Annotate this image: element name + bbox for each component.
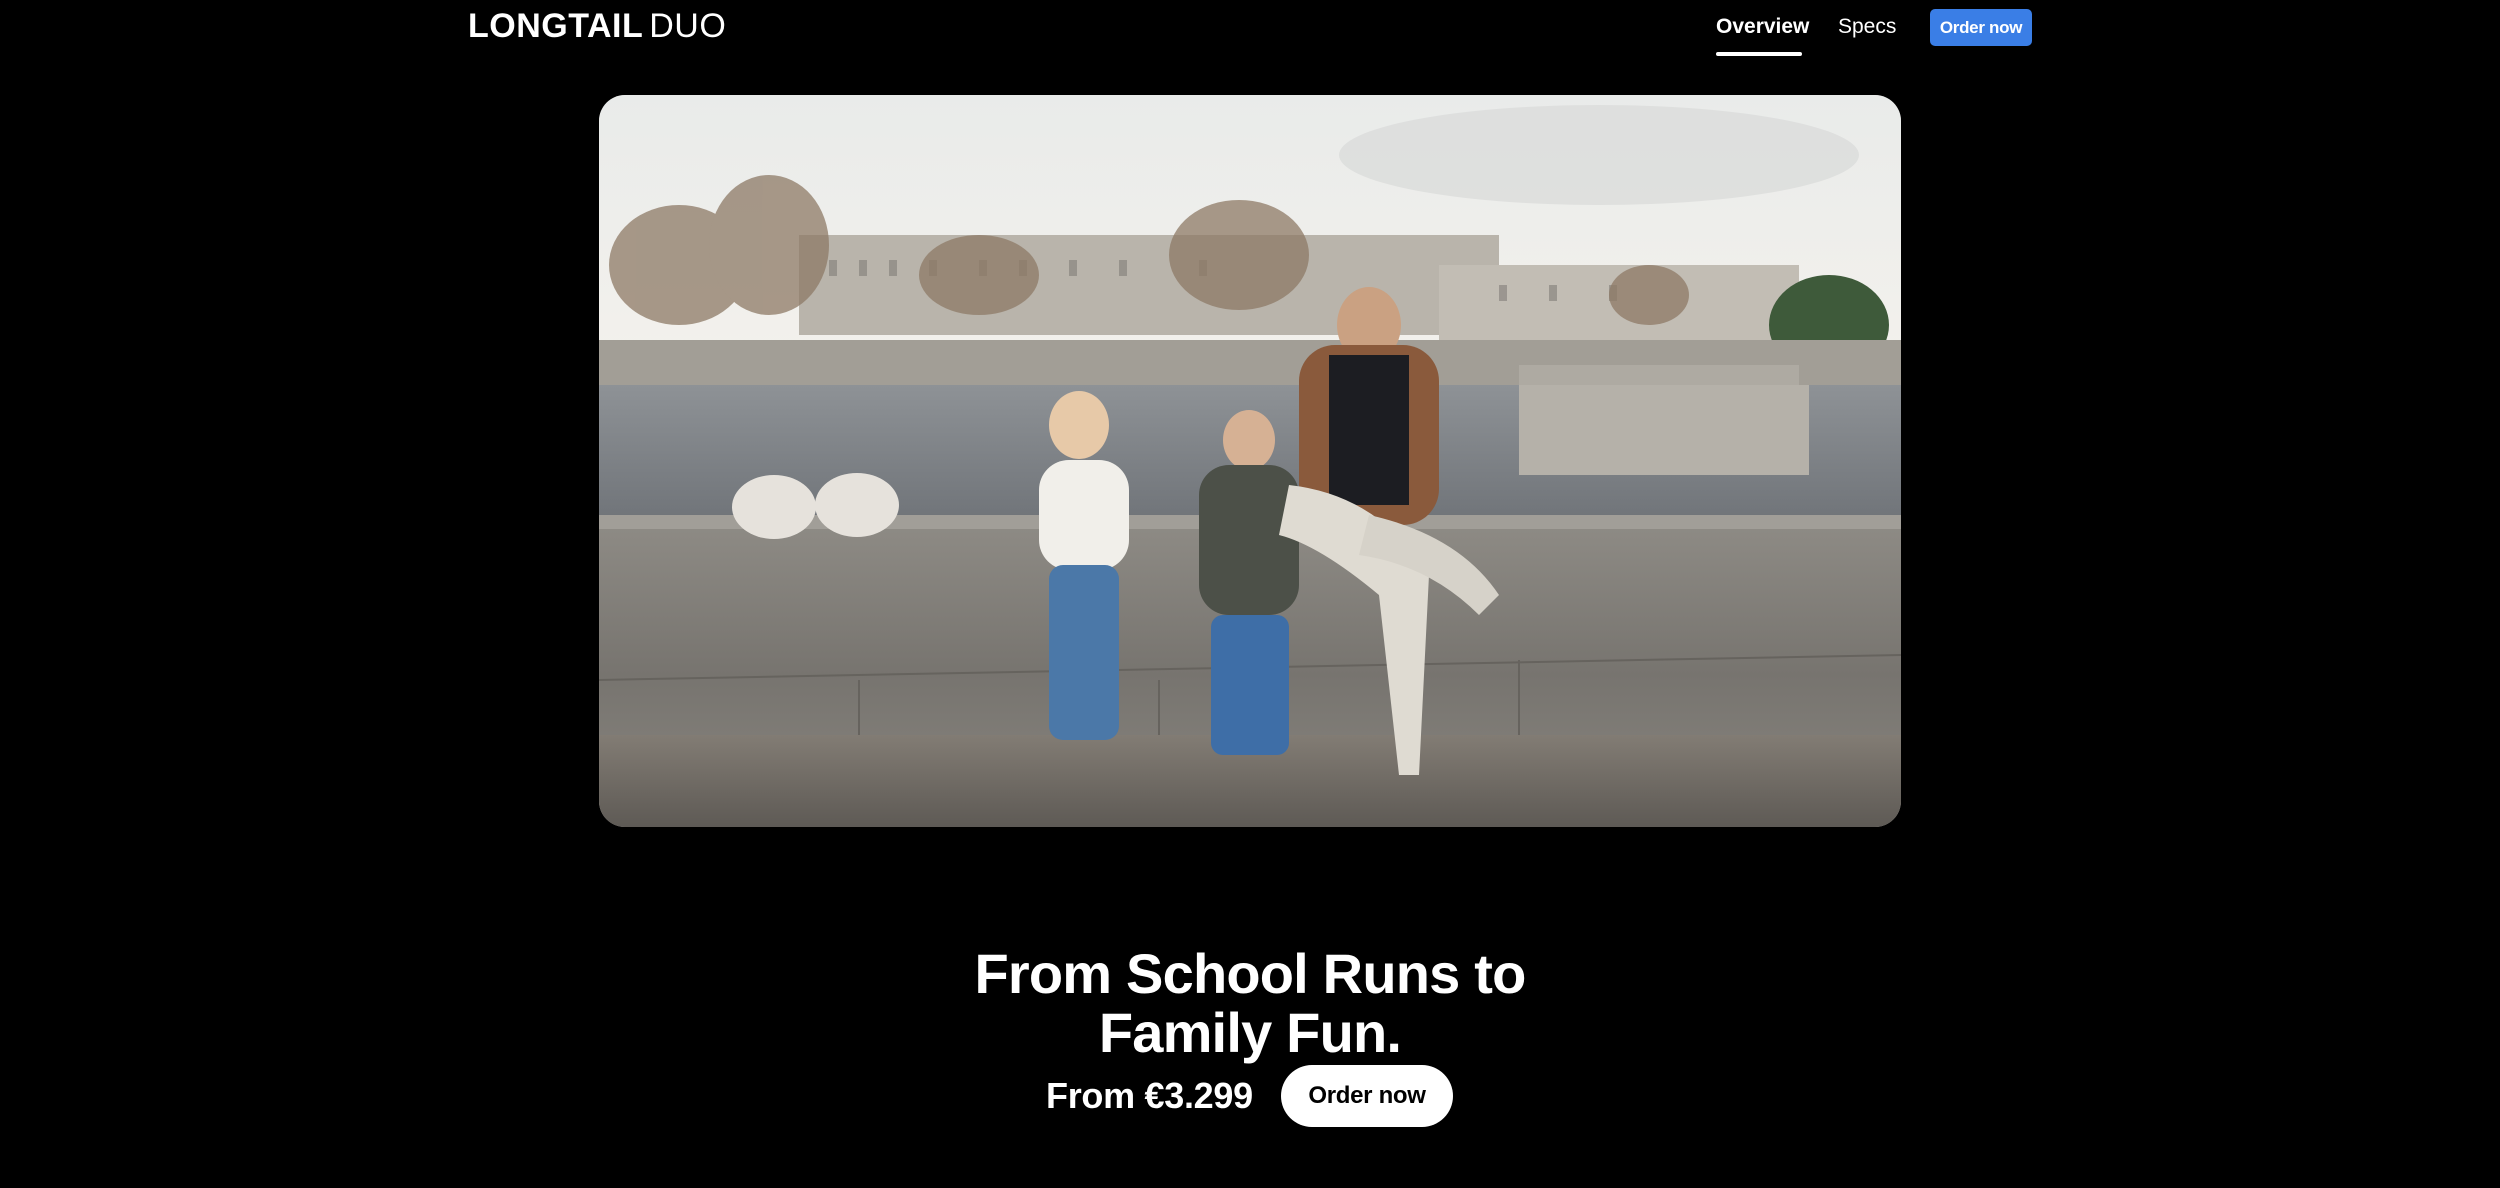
- hero-photo: [599, 95, 1901, 827]
- nav-order-button[interactable]: Order now: [1930, 9, 2032, 46]
- top-nav: LONGTAIL DUO Overview Specs Order now: [0, 0, 2500, 60]
- logo-wordmark-primary: LONGTAIL: [468, 7, 644, 45]
- order-now-button[interactable]: Order now: [1281, 1065, 1453, 1127]
- brand-logo[interactable]: LONGTAIL DUO: [468, 9, 726, 43]
- logo-wordmark-secondary: DUO: [649, 7, 727, 45]
- headline-line-1: From School Runs to: [974, 941, 1526, 1005]
- page: LONGTAIL DUO Overview Specs Order now Fr…: [0, 0, 2500, 1188]
- nav-link-overview[interactable]: Overview: [1716, 14, 1809, 40]
- headline: From School Runs to Family Fun.: [0, 944, 2500, 1062]
- price-label: From €3.299: [1046, 1075, 1253, 1116]
- headline-line-2: Family Fun.: [1098, 1000, 1402, 1064]
- active-tab-indicator: [1716, 52, 1802, 56]
- hero-image: [599, 95, 1901, 827]
- nav-link-specs[interactable]: Specs: [1838, 14, 1896, 40]
